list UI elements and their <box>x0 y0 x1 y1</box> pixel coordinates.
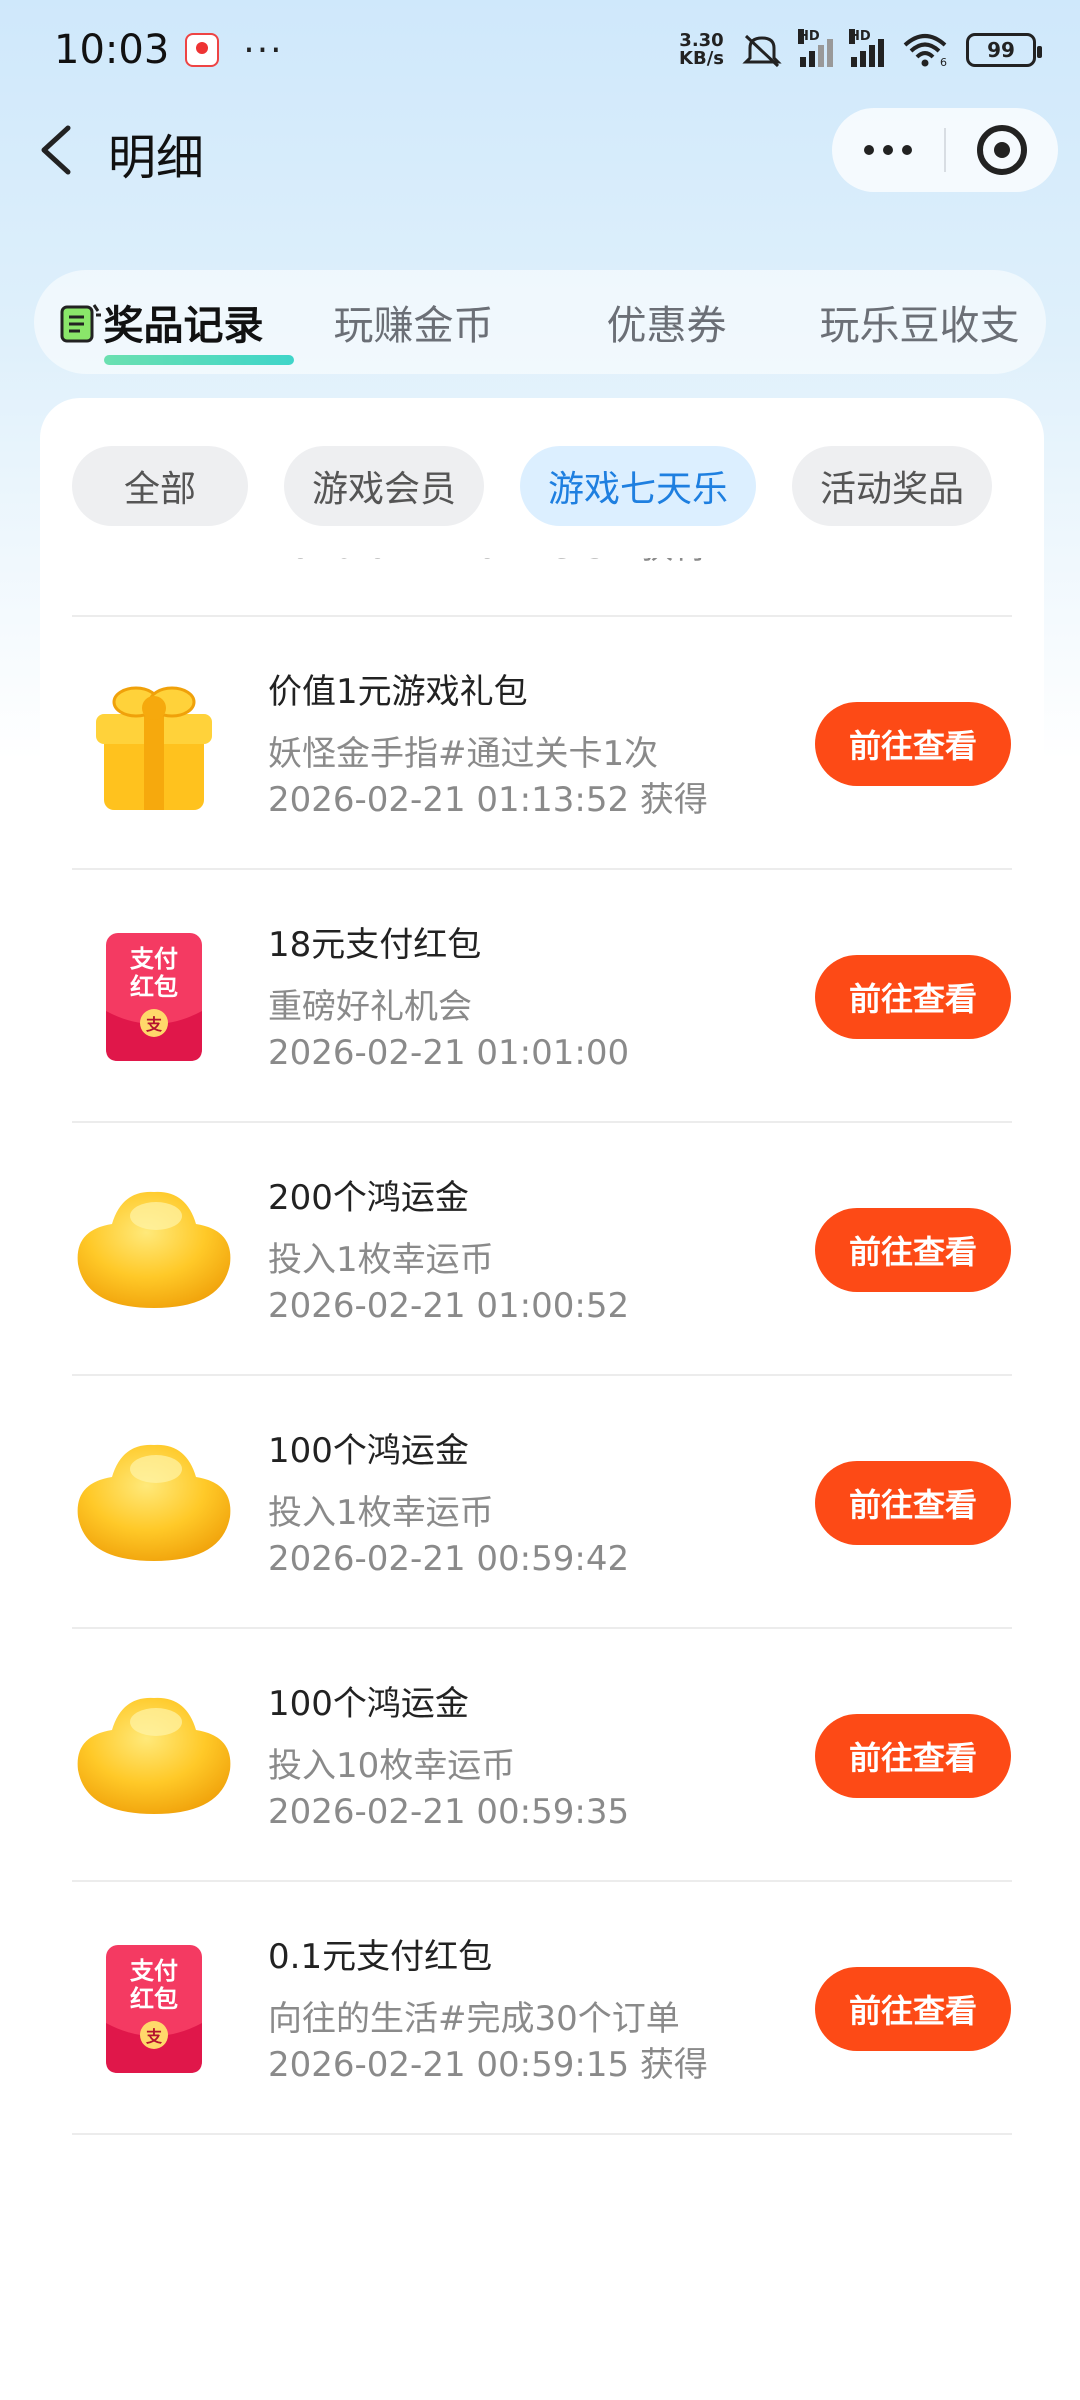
status-more-icon: ··· <box>243 29 284 71</box>
gold-ingot-icon <box>72 558 236 561</box>
miniapp-capsule <box>832 108 1058 192</box>
mute-icon <box>742 34 782 68</box>
subtab-game-membership[interactable]: 游戏会员 <box>284 446 484 526</box>
battery-icon: 99 <box>966 33 1042 67</box>
red-envelope-icon: 支付 红包 支 <box>72 927 236 1067</box>
record-title: 价值1元游戏礼包 <box>268 672 528 712</box>
status-indicators: 3.30 KB/s HD HD 6 99 <box>679 29 1042 68</box>
record-time: 2026-02-21 01:00:52 <box>268 1286 630 1326</box>
view-details-button[interactable]: 前往查看 <box>815 955 1011 1039</box>
active-tab-underline <box>104 355 294 365</box>
tab-prize-records-label: 奖品记录 <box>103 303 264 349</box>
record-list-item: 100个鸿运金妖怪金手指#通过关卡1次2026-02-21 01:13:54 获… <box>40 558 1044 617</box>
record-description: 投入1枚幸运币 <box>268 1493 494 1533</box>
signal-icon-1: HD <box>798 29 833 67</box>
subtab-seven-day-fun[interactable]: 游戏七天乐 <box>520 446 756 526</box>
record-description: 向往的生活#完成30个订单 <box>268 1999 680 2039</box>
gift-box-icon <box>72 674 236 814</box>
record-description: 投入1枚幸运币 <box>268 1240 494 1280</box>
record-text: 100个鸿运金 投入1枚幸运币 2026-02-21 00:59:42 <box>268 1428 629 1582</box>
record-list-item: 支付 红包 支 18元支付红包 重磅好礼机会 2026-02-21 01:01:00… <box>40 870 1044 1123</box>
record-time: 2026-02-21 00:59:35 <box>268 1792 630 1832</box>
tab-beans-ledger[interactable]: 玩乐豆收支 <box>793 293 1046 351</box>
red-envelope-icon: 支付 红包 支 <box>72 1939 236 2079</box>
subtab-event-prizes[interactable]: 活动奖品 <box>792 446 992 526</box>
page-title: 明细 <box>108 130 205 186</box>
record-text: 价值1元游戏礼包妖怪金手指#通过关卡1次 2026-02-21 01:13:52 … <box>268 669 708 823</box>
view-details-button[interactable]: 前往查看 <box>815 1461 1011 1545</box>
record-time: 2026-02-21 01:13:52 获得 <box>268 780 708 820</box>
tab-coupons[interactable]: 优惠券 <box>540 293 793 351</box>
network-speed: 3.30 KB/s <box>679 32 724 68</box>
view-details-button[interactable]: 前往查看 <box>815 1967 1011 2051</box>
more-dots-icon <box>864 145 912 155</box>
svg-text:6: 6 <box>940 56 947 67</box>
svg-text:红包: 红包 <box>130 1985 178 2013</box>
record-list-item: 100个鸿运金 投入1枚幸运币 2026-02-21 00:59:42 前往查看 <box>40 1376 1044 1629</box>
svg-text:红包: 红包 <box>130 973 178 1001</box>
record-description: 投入10枚幸运币 <box>268 1746 516 1786</box>
record-list-item: 价值1元游戏礼包妖怪金手指#通过关卡1次 2026-02-21 01:13:52 … <box>40 617 1044 870</box>
tab-earn-coins[interactable]: 玩赚金币 <box>287 293 540 351</box>
gold-ingot-icon <box>72 1180 236 1320</box>
view-details-button[interactable]: 前往查看 <box>815 1208 1011 1292</box>
target-icon <box>977 125 1027 175</box>
signal-icon-2: HD <box>849 29 884 67</box>
svg-text:支: 支 <box>145 1015 163 1034</box>
close-miniapp-button[interactable] <box>946 108 1058 192</box>
network-speed-unit: KB/s <box>679 48 724 69</box>
record-time: 2026-02-21 01:01:00 <box>268 1033 630 1073</box>
record-description: 重磅好礼机会 <box>268 987 472 1027</box>
record-text: 100个鸿运金妖怪金手指#通过关卡1次2026-02-21 01:13:54 获… <box>268 558 708 570</box>
gold-ingot-icon <box>72 1433 236 1573</box>
view-details-button[interactable]: 前往查看 <box>815 1714 1011 1798</box>
record-title: 100个鸿运金 <box>268 1431 469 1471</box>
subtab-all[interactable]: 全部 <box>72 446 248 526</box>
wifi-icon: 6 <box>903 34 947 67</box>
status-bar: 10:03 ··· 3.30 KB/s HD HD 6 99 <box>0 0 1080 100</box>
gold-ingot-icon <box>72 1686 236 1826</box>
sub-tabs: 全部 游戏会员 游戏七天乐 活动奖品 <box>72 446 1012 526</box>
record-text: 18元支付红包 重磅好礼机会 2026-02-21 01:01:00 <box>268 922 629 1076</box>
back-arrow-icon[interactable] <box>30 120 90 180</box>
record-text: 0.1元支付红包向往的生活#完成30个订单 2026-02-21 00:59:15… <box>268 1934 708 2088</box>
record-list-item: 支付 红包 支 0.1元支付红包向往的生活#完成30个订单 2026-02-21 … <box>40 1882 1044 2135</box>
records-list-inner: 100个鸿运金 妖怪金手指#通过关卡1次 2026-02-21 01:13:54 获… <box>40 558 1044 2135</box>
record-title: 0.1元支付红包 <box>268 1937 493 1977</box>
content-card: 全部 游戏会员 游戏七天乐 活动奖品 100个鸿运金 妖怪金手指#通过关卡1次 20… <box>40 398 1044 2400</box>
record-title: 100个鸿运金 <box>268 1684 469 1724</box>
svg-text:支: 支 <box>145 2027 163 2046</box>
tab-prize-records[interactable]: 奖品记录 <box>34 293 294 365</box>
main-tabs: 奖品记录 玩赚金币 优惠券 玩乐豆收支 <box>34 270 1046 374</box>
svg-text:支付: 支付 <box>130 1957 178 1985</box>
notification-app-icon <box>185 33 220 67</box>
list-decoration-icon <box>60 304 101 343</box>
record-text: 100个鸿运金投入10枚幸运币 2026-02-21 00:59:35 <box>268 1681 629 1835</box>
record-time: 2026-02-21 00:59:15 获得 <box>268 2045 708 2085</box>
more-options-button[interactable] <box>832 108 944 192</box>
svg-text:支付: 支付 <box>130 945 178 973</box>
view-details-button[interactable]: 前往查看 <box>815 702 1011 786</box>
status-time: 10:03 <box>54 27 170 73</box>
records-list[interactable]: 100个鸿运金 妖怪金手指#通过关卡1次 2026-02-21 01:13:54 获… <box>40 558 1044 2400</box>
record-list-item: 100个鸿运金投入10枚幸运币 2026-02-21 00:59:35 前往查看 <box>40 1629 1044 1882</box>
record-title: 200个鸿运金 <box>268 1178 469 1218</box>
record-list-item: 200个鸿运金 投入1枚幸运币 2026-02-21 01:00:52 前往查看 <box>40 1123 1044 1376</box>
record-description: 妖怪金手指#通过关卡1次 <box>268 734 659 774</box>
record-text: 200个鸿运金 投入1枚幸运币 2026-02-21 01:00:52 <box>268 1175 629 1329</box>
record-time: 2026-02-21 00:59:42 <box>268 1539 630 1579</box>
record-title: 18元支付红包 <box>268 925 482 965</box>
nav-bar: 明细 <box>0 100 1080 200</box>
record-time: 2026-02-21 01:13:54 获得 <box>268 558 708 570</box>
